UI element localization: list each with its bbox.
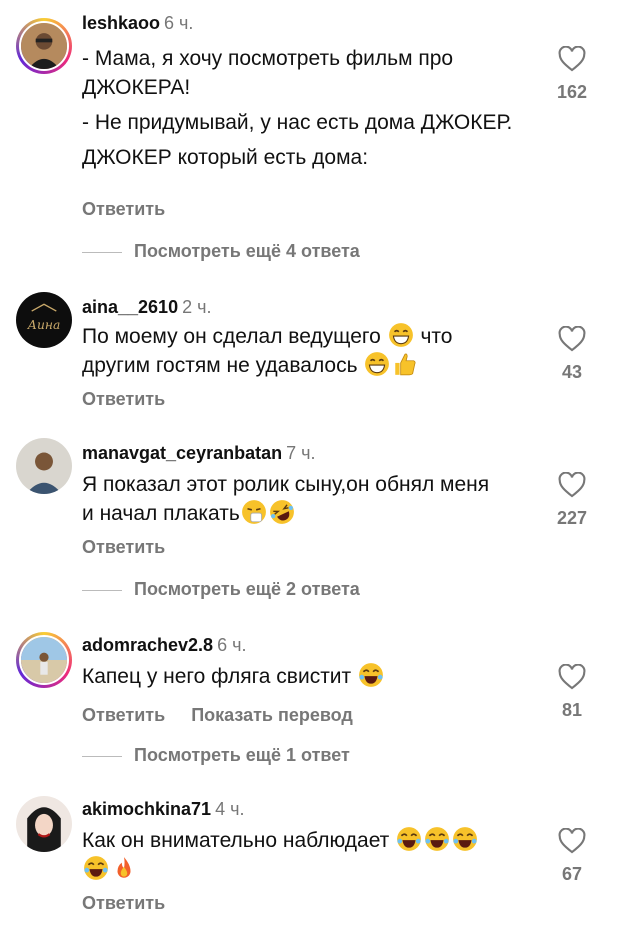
avatar[interactable] [16,796,72,852]
thumbs-up-emoji-icon [395,353,416,376]
avatar-man-icon [16,438,72,494]
like-count: 227 [556,508,588,528]
show-translation-button[interactable]: Показать перевод [191,705,353,725]
reply-button[interactable]: Ответить [82,705,165,725]
like-count: 43 [561,362,583,382]
svg-text:Аина: Аина [27,318,61,332]
timestamp: 2 ч. [182,297,212,317]
comment-line: ДЖОКЕР который есть дома: [82,146,369,169]
avatar-logo-icon: Аина [16,292,72,348]
heart-icon[interactable] [558,472,586,498]
heart-icon[interactable] [558,326,586,352]
reply-button[interactable]: Ответить [82,893,165,913]
avatar-man-icon [21,23,67,69]
sneeze-emoji-icon [241,500,266,524]
avatar-portrait-icon [16,796,72,852]
heart-icon[interactable] [558,828,586,854]
like-group: 227 [552,472,592,529]
divider [82,251,122,253]
like-count: 81 [561,700,583,720]
reply-button[interactable]: Ответить [82,199,165,219]
like-group: 81 [552,664,592,721]
view-replies-button[interactable]: Посмотреть ещё 1 ответ [82,744,350,766]
like-group: 43 [552,326,592,383]
username[interactable]: aina__2610 [82,297,178,317]
like-count: 162 [556,82,588,102]
view-replies-button[interactable]: Посмотреть ещё 2 ответа [82,578,360,600]
avatar[interactable]: Аина [16,292,72,348]
like-group: 67 [552,828,592,885]
comment-text: - Мама, я хочу посмотреть фильм про ДЖОК… [82,44,522,178]
comment-text: Капец у него фляга свистит [82,662,522,691]
username[interactable]: akimochkina71 [82,799,211,819]
username[interactable]: adomrachev2.8 [82,635,213,655]
timestamp: 4 ч. [215,799,245,819]
timestamp: 7 ч. [286,443,316,463]
avatar[interactable] [16,438,72,494]
username[interactable]: manavgat_ceyranbatan [82,443,282,463]
fire-emoji-icon [117,857,131,878]
tears-of-joy-emoji-icon [397,827,422,851]
reply-button[interactable]: Ответить [82,537,165,557]
tears-of-joy-emoji-icon [84,856,108,880]
divider [82,755,122,757]
comment-line: - Мама, я хочу посмотреть фильм про ДЖОК… [82,47,454,99]
like-count: 67 [561,864,583,884]
divider [82,589,122,591]
tears-of-joy-emoji-icon [425,827,450,851]
like-group: 162 [552,46,592,103]
avatar[interactable] [16,18,72,74]
view-replies-button[interactable]: Посмотреть ещё 4 ответа [82,240,360,262]
heart-icon[interactable] [558,664,586,690]
comment-text: По моему он сделал ведущего что другим г… [82,322,522,380]
comment-text: Я показал этот ролик сыну,он обнял меня … [82,470,522,528]
username[interactable]: leshkaoo [82,13,160,33]
heart-icon[interactable] [558,46,586,72]
grin-emoji-icon [365,352,390,376]
timestamp: 6 ч. [164,13,194,33]
comment-text: Как он внимательно наблюдает [82,826,522,884]
grin-emoji-icon [388,323,413,347]
avatar[interactable] [16,632,72,688]
tears-of-joy-emoji-icon [453,827,478,851]
reply-button[interactable]: Ответить [82,389,165,409]
tears-of-joy-emoji-icon [359,663,383,687]
comment-line: - Не придумывай, у нас есть дома ДЖОКЕР. [82,111,513,134]
timestamp: 6 ч. [217,635,247,655]
rofl-emoji-icon [269,500,294,524]
avatar-beach-icon [21,637,67,683]
